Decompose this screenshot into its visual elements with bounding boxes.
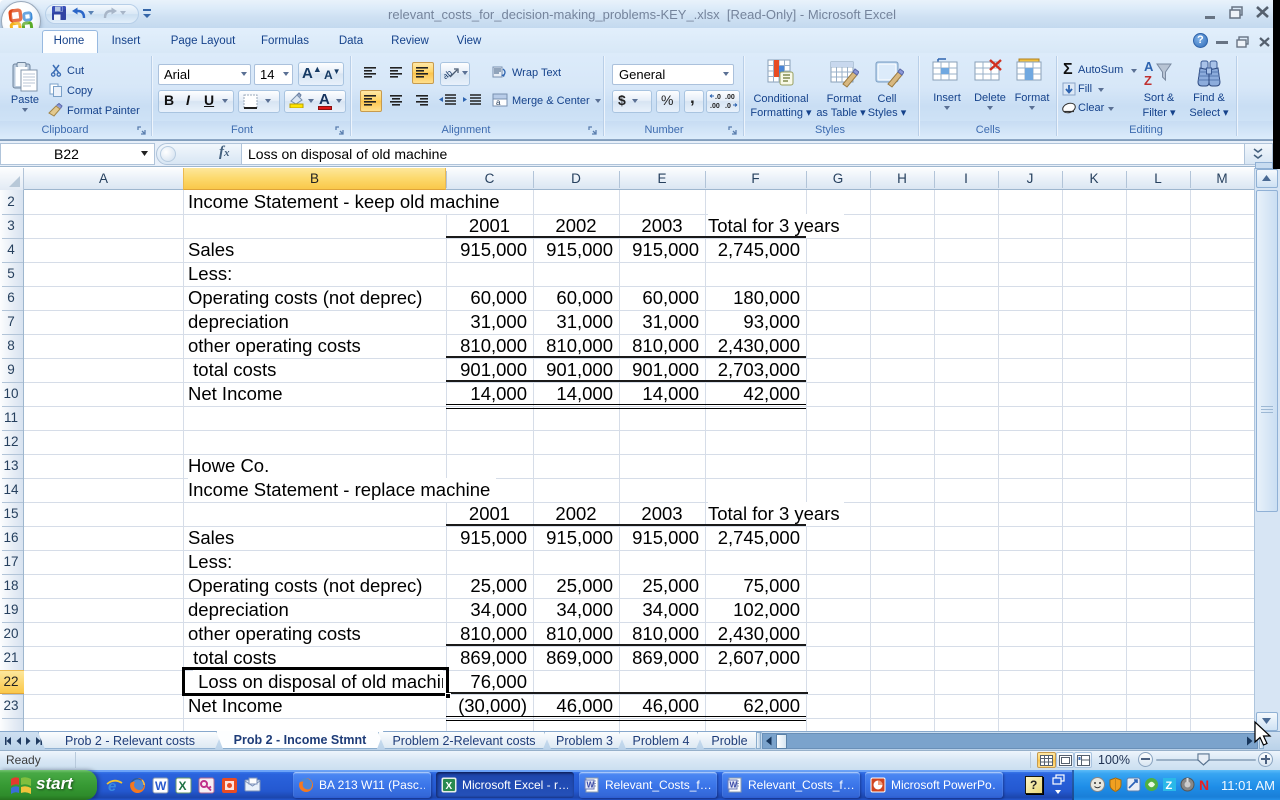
svg-text:W: W bbox=[155, 779, 167, 793]
svg-text:X: X bbox=[446, 781, 453, 792]
svg-text:W: W bbox=[730, 781, 738, 790]
svg-text:Z: Z bbox=[1144, 73, 1152, 88]
svg-text:a: a bbox=[496, 98, 501, 107]
svg-text:W: W bbox=[587, 781, 595, 790]
svg-text:.0: .0 bbox=[725, 103, 731, 110]
svg-text:.00: .00 bbox=[710, 103, 720, 110]
svg-text:.0: .0 bbox=[715, 94, 721, 101]
svg-text:.00: .00 bbox=[725, 94, 735, 101]
svg-text:N: N bbox=[1199, 777, 1209, 792]
svg-text:A: A bbox=[1144, 59, 1154, 74]
svg-text:X: X bbox=[179, 779, 187, 793]
svg-text:Z: Z bbox=[1166, 780, 1173, 792]
